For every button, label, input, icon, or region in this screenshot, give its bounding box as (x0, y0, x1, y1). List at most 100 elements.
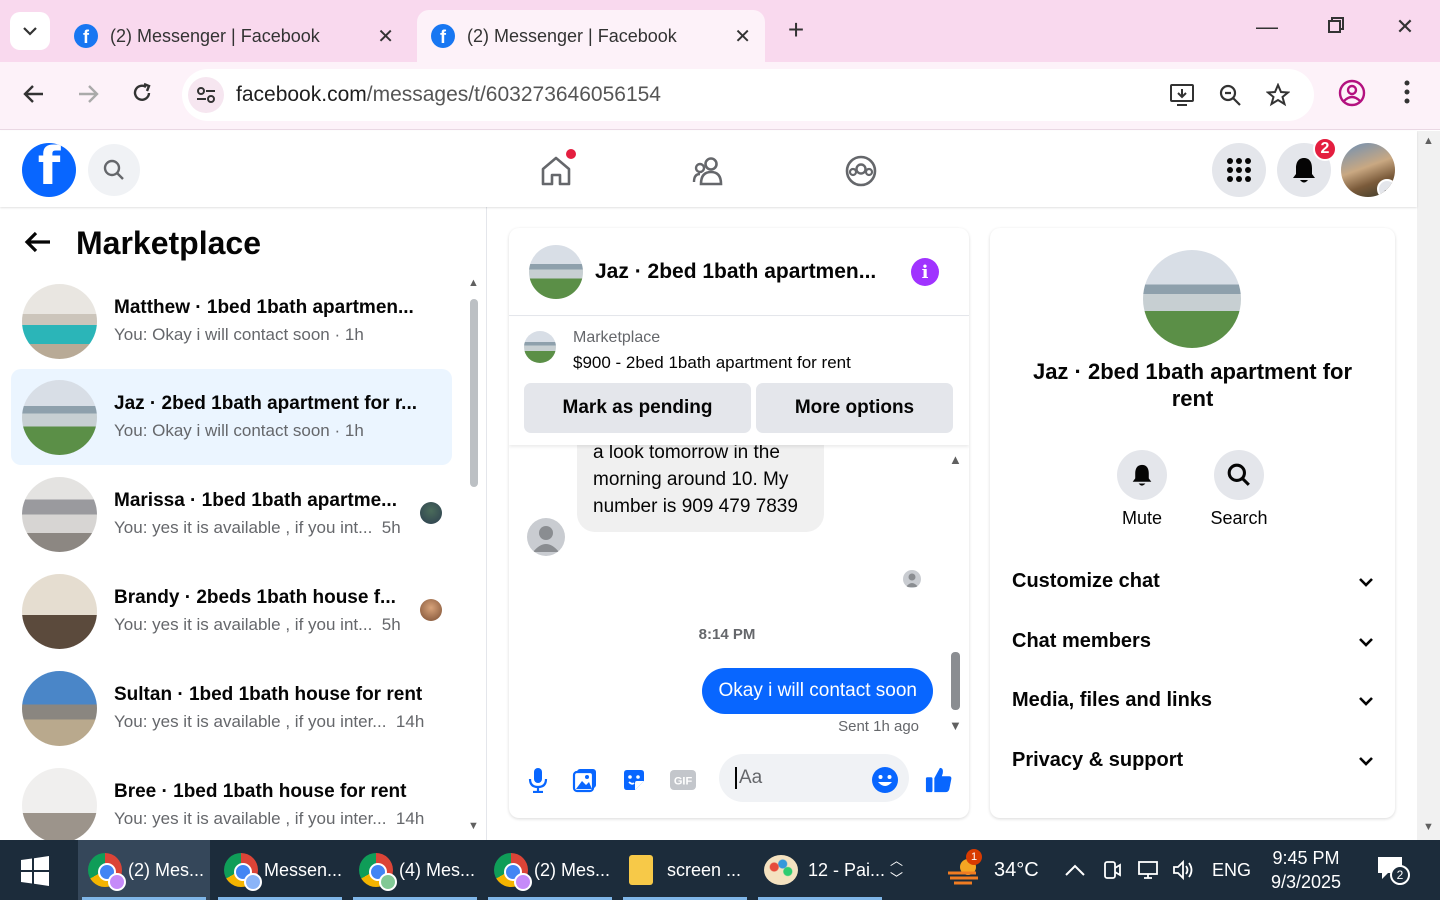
media-files-links-section[interactable]: Media, files and links (1012, 689, 1374, 712)
search-action[interactable]: Search (1199, 450, 1279, 529)
taskbar-scroll[interactable]: ︿ ﹀ (890, 840, 903, 900)
mute-action[interactable]: Mute (1102, 450, 1182, 529)
back-button[interactable] (16, 80, 52, 110)
taskbar-item-chrome[interactable]: (4) Mes... (349, 840, 481, 900)
more-options-button[interactable]: More options (756, 383, 953, 433)
notifications-button[interactable]: 2 (1277, 137, 1337, 197)
conversation-preview: You: yes it is available , if you inter.… (114, 712, 434, 732)
preview-time: 5h (381, 615, 401, 634)
photo-icon[interactable] (571, 766, 599, 794)
svg-text:GIF: GIF (674, 776, 693, 788)
taskbar-item-label: (2) Mes... (534, 859, 611, 880)
chat-avatar[interactable] (529, 244, 583, 299)
section-label: Privacy & support (1012, 749, 1184, 771)
scrollbar-thumb[interactable] (470, 299, 478, 487)
scroll-down-arrow-icon[interactable]: ▼ (1423, 821, 1434, 833)
taskbar-item-chrome[interactable]: Messen... (214, 840, 346, 900)
zoom-icon[interactable] (1216, 81, 1244, 109)
chat-title[interactable]: Jaz · 2bed 1bath apartmen... (595, 260, 895, 284)
menu-button[interactable] (1212, 143, 1266, 197)
scroll-up-arrow-icon[interactable]: ▲ (1423, 135, 1434, 147)
browser-menu-button[interactable] (1389, 80, 1425, 110)
scroll-up-arrow-icon[interactable]: ▲ (468, 277, 479, 289)
conversation-item-active[interactable]: Jaz · 2bed 1bath apartment for r... You:… (11, 369, 452, 465)
network-icon[interactable] (1136, 840, 1160, 900)
preview-time: 14h (395, 712, 425, 731)
home-nav-button[interactable] (536, 149, 576, 191)
mark-as-pending-button[interactable]: Mark as pending (524, 383, 751, 433)
back-arrow-icon[interactable] (24, 225, 52, 262)
mute-button[interactable] (1117, 450, 1167, 500)
conversation-text: Sultan · 1bed 1bath house for rent You: … (114, 684, 434, 732)
more-vertical-icon (1404, 80, 1410, 104)
chat-scrollbar[interactable]: ▲ ▼ (949, 452, 963, 734)
browser-tab[interactable]: f (2) Messenger | Facebook ✕ (60, 10, 408, 62)
chrome-icon (359, 853, 397, 891)
facebook-search-button[interactable] (88, 144, 140, 196)
new-tab-button[interactable]: + (780, 14, 812, 46)
gif-icon[interactable]: GIF (669, 766, 697, 794)
scroll-down-arrow-icon[interactable]: ▼ (949, 718, 962, 733)
taskbar-item-explorer[interactable]: screen ... (619, 840, 751, 900)
chevron-up-icon[interactable]: ︿ (890, 852, 903, 870)
taskbar-item-chrome[interactable]: (2) Mes... (78, 840, 210, 900)
conversation-item[interactable]: Matthew · 1bed 1bath apartmen... You: Ok… (11, 273, 452, 369)
groups-nav-button[interactable] (841, 151, 881, 191)
listing-thumbnail (22, 767, 97, 840)
emoji-icon[interactable] (871, 766, 899, 794)
start-button[interactable] (20, 856, 50, 886)
conversation-preview: You: yes it is available , if you inter.… (114, 809, 434, 829)
close-tab-icon[interactable]: ✕ (377, 24, 394, 49)
tab-search-dropdown[interactable] (10, 12, 50, 50)
sticker-icon[interactable] (620, 766, 648, 794)
conversation-list-scrollbar[interactable]: ▲ ▼ (467, 277, 481, 832)
conversation-item[interactable]: Bree · 1bed 1bath house for rent You: ye… (11, 757, 452, 840)
scroll-down-arrow-icon[interactable]: ▼ (468, 820, 479, 832)
taskbar-item-chrome[interactable]: (2) Mes... (484, 840, 616, 900)
taskbar-item-paint[interactable]: 12 - Pai... (754, 840, 886, 900)
temperature: 34°C (994, 858, 1039, 881)
input-language[interactable]: ENG (1212, 840, 1251, 900)
search-in-conversation-button[interactable] (1214, 450, 1264, 500)
browser-tab-active[interactable]: f (2) Messenger | Facebook ✕ (417, 10, 765, 62)
forward-button[interactable] (70, 80, 106, 110)
conversation-item[interactable]: Marissa · 1bed 1bath apartme... You: yes… (11, 466, 452, 562)
scroll-up-arrow-icon[interactable]: ▲ (949, 452, 962, 467)
scrollbar-thumb[interactable] (951, 652, 960, 710)
thumbs-up-icon[interactable] (925, 766, 953, 794)
meet-now-icon[interactable] (1101, 840, 1123, 900)
volume-icon[interactable] (1172, 840, 1196, 900)
profile-button[interactable] (1334, 79, 1370, 113)
reload-icon (133, 82, 151, 101)
listing-title[interactable]: $900 - 2bed 1bath apartment for rent (573, 353, 851, 373)
chevron-down-icon[interactable]: ﹀ (890, 870, 903, 888)
site-info-icon[interactable] (188, 77, 224, 113)
sender-avatar (527, 518, 565, 556)
close-window-button[interactable]: ✕ (1385, 14, 1425, 40)
close-tab-icon[interactable]: ✕ (734, 24, 751, 49)
url-host: facebook.com (236, 83, 367, 106)
chevron-down-icon: ⌄ (1377, 179, 1395, 197)
reload-button[interactable] (124, 80, 160, 110)
bookmark-star-icon[interactable] (1264, 81, 1292, 109)
info-icon[interactable]: i (911, 258, 939, 286)
address-bar[interactable]: facebook.com/messages/t/603273646056154 (182, 69, 1314, 121)
customize-chat-section[interactable]: Customize chat (1012, 570, 1374, 593)
microphone-icon[interactable] (524, 766, 552, 794)
account-avatar[interactable]: ⌄ (1341, 143, 1395, 197)
friends-nav-button[interactable] (688, 151, 728, 191)
privacy-support-section[interactable]: Privacy & support (1012, 749, 1374, 772)
taskbar-item-label: Messen... (264, 859, 343, 880)
install-app-icon[interactable] (1168, 81, 1196, 109)
conversation-item[interactable]: Sultan · 1bed 1bath house for rent You: … (11, 660, 452, 756)
conversation-item[interactable]: Brandy · 2beds 1bath house f... You: yes… (11, 563, 452, 659)
system-clock[interactable]: 9:45 PM 9/3/2025 (1256, 846, 1356, 894)
page-scrollbar[interactable]: ▲ ▼ (1417, 131, 1440, 840)
minimize-button[interactable]: — (1247, 14, 1287, 40)
restore-button[interactable] (1316, 14, 1356, 40)
facebook-logo-icon[interactable]: f (22, 143, 76, 197)
show-hidden-icons[interactable] (1064, 840, 1086, 900)
weather-widget[interactable]: 1 34°C (946, 840, 1039, 900)
action-center-button[interactable]: 2 (1376, 840, 1410, 900)
chat-members-section[interactable]: Chat members (1012, 630, 1374, 653)
